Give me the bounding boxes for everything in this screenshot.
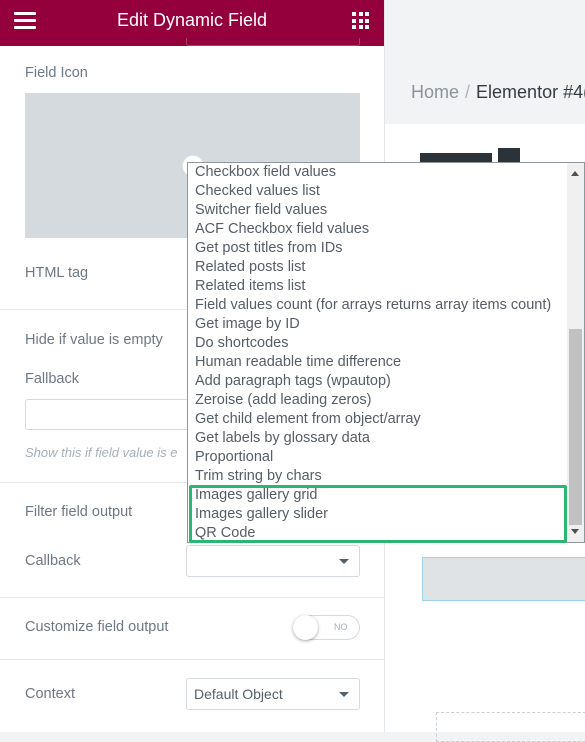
dropdown-option[interactable]: Images gallery slider <box>188 505 568 524</box>
toggle-knob <box>293 615 318 640</box>
dropdown-option[interactable]: Add paragraph tags (wpautop) <box>188 372 568 391</box>
customize-output-toggle[interactable]: NO <box>293 615 360 640</box>
breadcrumb-separator: / <box>465 82 471 102</box>
dropdown-option[interactable]: Get image by ID <box>188 315 568 334</box>
dropdown-option[interactable]: Proportional <box>188 448 568 467</box>
customize-output-label: Customize field output <box>25 619 169 635</box>
preview-drop-zone[interactable] <box>436 712 585 742</box>
scroll-up-arrow-icon[interactable] <box>571 171 579 176</box>
dropdown-option[interactable]: Zeroise (add leading zeros) <box>188 391 568 410</box>
callback-label: Callback <box>25 553 81 569</box>
fallback-hint: Show this if field value is e <box>25 445 178 460</box>
dropdown-option[interactable]: Switcher field values <box>188 201 568 220</box>
dropdown-option[interactable]: Get child element from object/array <box>188 410 568 429</box>
dropdown-option[interactable]: QR Code <box>188 524 568 542</box>
dropdown-option[interactable]: Related items list <box>188 277 568 296</box>
html-tag-label: HTML tag <box>25 265 89 281</box>
dropdown-scrollbar[interactable] <box>567 163 584 542</box>
chevron-down-icon <box>339 692 349 697</box>
dropdown-option[interactable]: Get post titles from IDs <box>188 239 568 258</box>
dropdown-option[interactable]: Checkbox field values <box>188 163 568 182</box>
context-select[interactable]: Default Object <box>186 678 360 710</box>
dropdown-option[interactable]: Images gallery grid <box>188 486 568 505</box>
callback-select[interactable] <box>186 545 360 577</box>
breadcrumb: Home / Elementor #4( <box>411 82 585 103</box>
breadcrumb-current: Elementor #4( <box>476 82 585 102</box>
context-label: Context <box>25 686 75 702</box>
chevron-down-icon <box>339 559 349 564</box>
fallback-label: Fallback <box>25 371 79 387</box>
hidden-select-edge <box>186 38 360 46</box>
dropdown-option[interactable]: ACF Checkbox field values <box>188 220 568 239</box>
dropdown-options: Checkbox field values Checked values list… <box>188 163 568 542</box>
hide-if-empty-label: Hide if value is empty <box>25 332 163 348</box>
panel-title: Edit Dynamic Field <box>116 10 268 30</box>
dropdown-option[interactable]: Trim string by chars <box>188 467 568 486</box>
breadcrumb-home-link[interactable]: Home <box>411 82 459 102</box>
widgets-grid-icon[interactable] <box>352 12 369 29</box>
section-divider <box>0 597 384 598</box>
scrollbar-thumb[interactable] <box>569 329 582 525</box>
dropdown-option[interactable]: Get labels by glossary data <box>188 429 568 448</box>
context-select-value: Default Object <box>194 686 283 702</box>
field-icon-label: Field Icon <box>25 65 88 81</box>
dropdown-option[interactable]: Field values count (for arrays returns a… <box>188 296 568 315</box>
dropdown-option[interactable]: Checked values list <box>188 182 568 201</box>
dropdown-option[interactable]: Human readable time difference <box>188 353 568 372</box>
dropdown-option[interactable]: Do shortcodes <box>188 334 568 353</box>
preview-selected-widget[interactable] <box>422 557 585 601</box>
section-divider <box>0 659 384 660</box>
scroll-down-arrow-icon[interactable] <box>571 529 579 534</box>
dropdown-option[interactable]: Related posts list <box>188 258 568 277</box>
callback-dropdown-list[interactable]: Checkbox field values Checked values list… <box>187 162 585 543</box>
filter-output-label: Filter field output <box>25 504 133 520</box>
toggle-state-text: NO <box>334 622 348 632</box>
